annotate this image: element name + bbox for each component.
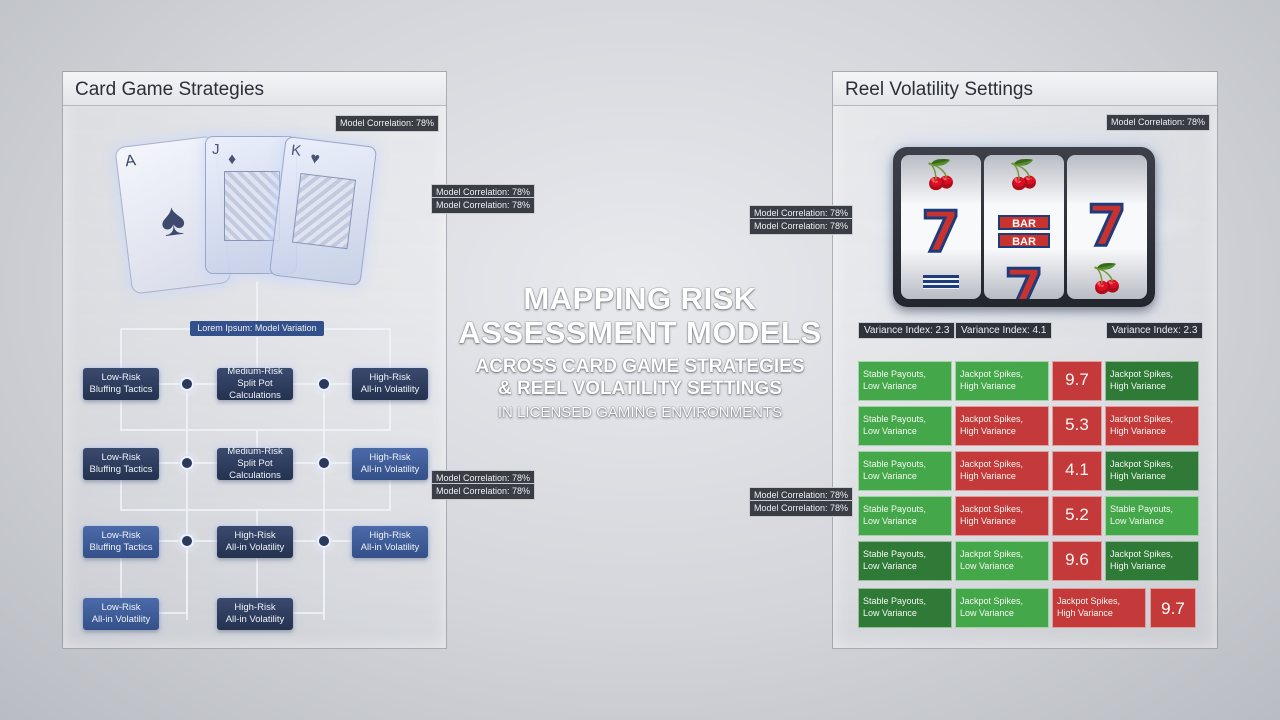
node-low-risk: Low-Risk Bluffing Tactics — [83, 448, 159, 480]
bar-stripe-icon — [923, 275, 959, 289]
connector-dot — [180, 534, 194, 548]
grid-cell: Jackpot Spikes, Low Variance — [955, 541, 1049, 581]
grid-cell: Stable Payouts, Low Variance — [858, 361, 952, 401]
grid-cell: Jackpot Spikes, High Variance — [1105, 541, 1199, 581]
grid-cell: Stable Payouts, Low Variance — [858, 541, 952, 581]
node-high-risk: High-Risk All-in Volatility — [352, 368, 428, 400]
headline-line3: ACROSS CARD GAME STRATEGIES — [475, 356, 805, 377]
headline-line4: & REEL VOLATILITY SETTINGS — [498, 378, 782, 399]
connector-dot — [317, 534, 331, 548]
grid-cell: Jackpot Spikes, High Variance — [955, 496, 1049, 536]
node-medium-risk: Medium-Risk Split Pot Calculations — [217, 446, 293, 481]
node-low-risk: Low-Risk All-in Volatility — [83, 598, 159, 630]
connector-dot — [317, 456, 331, 470]
grid-value: 4.1 — [1052, 451, 1102, 491]
variance-index-label: Variance Index: 2.3 — [858, 322, 956, 339]
grid-cell: Jackpot Spikes, High Variance — [955, 451, 1049, 491]
correlation-tag: Model Correlation: 78% — [749, 500, 854, 517]
grid-value: 5.2 — [1052, 496, 1102, 536]
headline: MAPPING RISK ASSESSMENT MODELS ACROSS CA… — [440, 282, 840, 422]
seven-symbol: 7 — [920, 200, 962, 265]
node-low-risk: Low-Risk Bluffing Tactics — [83, 368, 159, 400]
reel-1: 🍒 7 — [901, 155, 981, 299]
bar-symbol: BAR — [998, 233, 1050, 248]
headline-line1: MAPPING RISK — [523, 281, 757, 316]
variance-index-label: Variance Index: 4.1 — [955, 322, 1053, 339]
grid-cell: Jackpot Spikes, High Variance — [1105, 406, 1199, 446]
headline-line2: ASSESSMENT MODELS — [458, 315, 822, 350]
top-node: Lorem Ipsum: Model Variation — [190, 321, 324, 336]
grid-value: 5.3 — [1052, 406, 1102, 446]
node-high-risk: High-Risk All-in Volatility — [352, 448, 428, 480]
grid-cell: Stable Payouts, Low Variance — [858, 451, 952, 491]
grid-cell: Stable Payouts, Low Variance — [858, 496, 952, 536]
node-low-risk: Low-Risk Bluffing Tactics — [83, 526, 159, 558]
reel-2: 🍒 BAR BAR 7 — [984, 155, 1064, 299]
headline-line5: IN LICENSED GAMING ENVIRONMENTS — [497, 404, 783, 421]
grid-value: 9.7 — [1052, 361, 1102, 401]
reel-3: 7 🍒 — [1067, 155, 1147, 299]
node-high-risk: High-Risk All-in Volatility — [352, 526, 428, 558]
bar-symbol: BAR — [998, 215, 1050, 230]
cherry-icon: 🍒 — [1006, 159, 1042, 190]
grid-cell: Jackpot Spikes, High Variance — [1105, 361, 1199, 401]
connector-dot — [180, 377, 194, 391]
cherry-icon: 🍒 — [1089, 263, 1125, 294]
grid-cell: Stable Payouts, Low Variance — [1105, 496, 1199, 536]
connector-dot — [180, 456, 194, 470]
connector-dot — [317, 377, 331, 391]
seven-symbol: 7 — [1086, 194, 1128, 259]
cherry-icon: 🍒 — [923, 159, 959, 190]
seven-symbol: 7 — [1003, 258, 1045, 299]
grid-cell: Stable Payouts, Low Variance — [858, 406, 952, 446]
grid-cell: Jackpot Spikes, High Variance — [1052, 588, 1146, 628]
panel-header: Reel Volatility Settings — [833, 72, 1217, 106]
correlation-tag: Model Correlation: 78% — [1106, 114, 1211, 131]
node-high-risk: High-Risk All-in Volatility — [217, 598, 293, 630]
variance-index-label: Variance Index: 2.3 — [1106, 322, 1204, 339]
slot-reels: 🍒 7 🍒 BAR BAR 7 7 🍒 — [893, 147, 1155, 307]
node-high-risk: High-Risk All-in Volatility — [217, 526, 293, 558]
grid-cell: Jackpot Spikes, High Variance — [1105, 451, 1199, 491]
grid-cell: Stable Payouts, Low Variance — [858, 588, 952, 628]
node-medium-risk: Medium-Risk Split Pot Calculations — [217, 366, 293, 401]
panel-title: Reel Volatility Settings — [845, 79, 1033, 100]
correlation-tag: Model Correlation: 78% — [749, 218, 854, 235]
grid-cell: Jackpot Spikes, High Variance — [955, 406, 1049, 446]
grid-value: 9.7 — [1150, 588, 1196, 628]
grid-cell: Jackpot Spikes, High Variance — [955, 361, 1049, 401]
grid-cell: Jackpot Spikes, Low Variance — [955, 588, 1049, 628]
grid-value: 9.6 — [1052, 541, 1102, 581]
